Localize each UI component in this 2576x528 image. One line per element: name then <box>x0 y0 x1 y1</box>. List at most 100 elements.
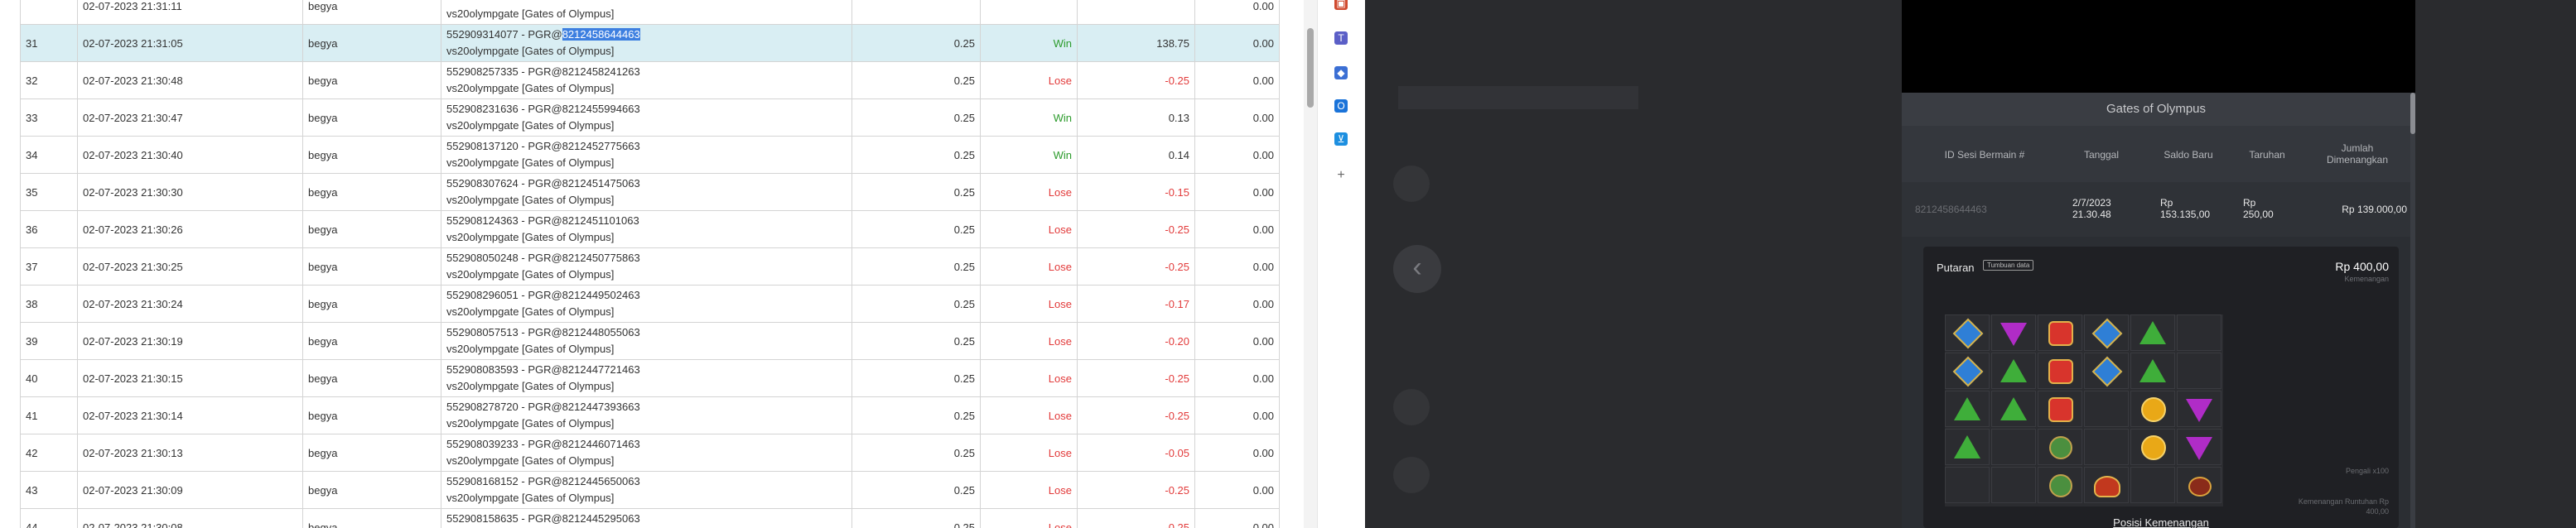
row-desc: 552908050248 - PGR@8212450775863 vs20olym… <box>441 247 852 286</box>
teams-icon[interactable]: T <box>1334 31 1348 45</box>
row-date: 02-07-2023 21:31:11 <box>77 0 303 25</box>
desc-text: 552909314077 - PGR@ <box>446 28 562 41</box>
background-avatar <box>1393 166 1430 202</box>
game-name: vs20olympgate [Gates of Olympus] <box>446 305 615 318</box>
row-desc: 552908307624 - PGR@8212451475063 vs20olym… <box>441 173 852 211</box>
row-number: 38 <box>20 285 78 323</box>
game-preview-area <box>1902 0 2415 93</box>
table-row[interactable]: 37 02-07-2023 21:30:25 begya 552908050248 -… <box>20 247 1280 286</box>
shield-icon[interactable]: ◆ <box>1334 66 1348 79</box>
red-gem-icon <box>2048 321 2073 346</box>
row-balance: 0.00 <box>1194 434 1280 472</box>
game-name: vs20olympgate [Gates of Olympus] <box>446 268 615 281</box>
blue-gem-icon <box>2091 318 2123 349</box>
table-row[interactable]: 42 02-07-2023 21:30:13 begya 552908039233 -… <box>20 434 1280 472</box>
row-desc: 552908257335 - PGR@8212458241263 vs20olym… <box>441 61 852 99</box>
row-result: Lose <box>980 359 1078 397</box>
table-row[interactable]: 38 02-07-2023 21:30:24 begya 552908296051 -… <box>20 285 1280 323</box>
tumble-win-text: Kemenangan Runtuhan Rp 400,00 <box>2298 497 2389 516</box>
game-title: Gates of Olympus <box>1902 93 2410 126</box>
row-date: 02-07-2023 21:30:13 <box>77 434 303 472</box>
outlook-icon[interactable]: O <box>1334 99 1348 113</box>
row-date: 02-07-2023 21:30:14 <box>77 396 303 434</box>
winning-position-link[interactable]: Posisi Kemenangan <box>1923 516 2399 528</box>
extension-sidebar: ▣ T ◆ O ⊻ + <box>1317 0 1366 528</box>
green-gem-icon <box>1954 397 1980 420</box>
wand-gem-icon <box>2049 474 2072 497</box>
row-desc: 552908057513 - PGR@8212448055063 vs20olym… <box>441 322 852 360</box>
row-desc: 552908296051 - PGR@8212449502463 vs20olym… <box>441 285 852 323</box>
grid-cell <box>1991 314 2036 351</box>
grid-cell <box>2038 353 2082 389</box>
grid-cell <box>2084 391 2129 427</box>
row-number: 34 <box>20 136 78 174</box>
row-bet: 0.25 <box>851 285 981 323</box>
table-row[interactable]: 31 02-07-2023 21:31:05 begya 552909314077 -… <box>20 24 1280 62</box>
row-desc: 552909314077 - PGR@8212458644463 vs20olym… <box>441 24 852 62</box>
cart-icon[interactable]: ⊻ <box>1334 132 1348 146</box>
row-balance: 0.00 <box>1194 210 1280 248</box>
row-result: Lose <box>980 247 1078 286</box>
row-amount: 0.13 <box>1077 98 1195 137</box>
panel-scrollbar-track[interactable] <box>2410 93 2415 528</box>
grid-cell <box>2084 353 2129 389</box>
previous-arrow-button[interactable]: ‹ <box>1393 245 1441 293</box>
spin-detail-box: Putaran Tumbuan data Rp 400,00 Kemenanga… <box>1923 247 2399 528</box>
yellow-gem-icon <box>2141 435 2166 460</box>
row-amount: -0.25 <box>1077 210 1195 248</box>
table-row[interactable]: 35 02-07-2023 21:30:30 begya 552908307624 -… <box>20 173 1280 211</box>
row-number: 33 <box>20 98 78 137</box>
row-date: 02-07-2023 21:31:05 <box>77 24 303 62</box>
row-user: begya <box>302 285 441 323</box>
table-row[interactable]: 39 02-07-2023 21:30:19 begya 552908057513 -… <box>20 322 1280 360</box>
row-balance: 0.00 <box>1194 24 1280 62</box>
desc-text: 552908168152 - PGR@8212445650063 <box>446 475 640 487</box>
grid-cell <box>2084 429 2129 465</box>
table-row[interactable]: 41 02-07-2023 21:30:14 begya 552908278720 -… <box>20 396 1280 434</box>
table-scrollbar-thumb[interactable] <box>1307 28 1314 108</box>
row-amount: -0.25 <box>1077 471 1195 509</box>
row-result: Lose <box>980 434 1078 472</box>
row-balance: 0.00 <box>1194 136 1280 174</box>
table-row[interactable]: 43 02-07-2023 21:30:09 begya 552908168152 -… <box>20 471 1280 509</box>
table-row[interactable]: 33 02-07-2023 21:30:47 begya 552908231636 -… <box>20 98 1280 137</box>
row-bet: 0.25 <box>851 24 981 62</box>
game-name: vs20olympgate [Gates of Olympus] <box>446 82 615 94</box>
session-date: 2/7/2023 21.30.48 <box>2072 197 2111 220</box>
table-row[interactable]: 36 02-07-2023 21:30:26 begya 552908124363 -… <box>20 210 1280 248</box>
row-result: Win <box>980 98 1078 137</box>
spin-tag[interactable]: Tumbuan data <box>1983 260 2034 271</box>
game-detail-panel: Gates of Olympus ID Sesi Bermain # Tangg… <box>1902 0 2415 528</box>
selected-text[interactable]: 8212458644463 <box>562 28 640 41</box>
gift-icon[interactable]: ▣ <box>1334 0 1348 10</box>
row-number: 37 <box>20 247 78 286</box>
row-bet: 0.25 <box>851 61 981 99</box>
row-number: 43 <box>20 471 78 509</box>
grid-cell <box>1945 429 1990 465</box>
row-date: 02-07-2023 21:30:15 <box>77 359 303 397</box>
row-amount: -0.25 <box>1077 508 1195 528</box>
row-number: 44 <box>20 508 78 528</box>
row-amount: -0.25 <box>1077 247 1195 286</box>
purple-gem-icon <box>2186 437 2212 460</box>
panel-scrollbar-thumb[interactable] <box>2410 93 2415 134</box>
game-name: vs20olympgate [Gates of Olympus] <box>446 343 615 355</box>
table-row[interactable]: 44 02-07-2023 21:30:08 begya 552908158635 -… <box>20 508 1280 528</box>
row-bet: 0.25 <box>851 434 981 472</box>
row-balance: 0.00 <box>1194 359 1280 397</box>
desc-text: 552908057513 - PGR@8212448055063 <box>446 326 640 338</box>
desc-text: 552908296051 - PGR@8212449502463 <box>446 289 640 301</box>
desc-text: 552908257335 - PGR@8212458241263 <box>446 65 640 78</box>
blue-gem-icon <box>1952 318 1984 349</box>
grid-cell <box>1991 467 2036 503</box>
row-result: Win <box>980 136 1078 174</box>
table-row[interactable]: 40 02-07-2023 21:30:15 begya 552908083593 -… <box>20 359 1280 397</box>
table-row-partial[interactable]: 02-07-2023 21:31:11 begya vs20olympgate … <box>20 0 1280 25</box>
table-row[interactable]: 34 02-07-2023 21:30:40 begya 552908137120 -… <box>20 136 1280 174</box>
table-row[interactable]: 32 02-07-2023 21:30:48 begya 552908257335 -… <box>20 61 1280 99</box>
row-result: Lose <box>980 61 1078 99</box>
grid-cell <box>2038 391 2082 427</box>
add-icon[interactable]: + <box>1334 169 1348 182</box>
grid-cell <box>2130 353 2175 389</box>
row-user: begya <box>302 136 441 174</box>
